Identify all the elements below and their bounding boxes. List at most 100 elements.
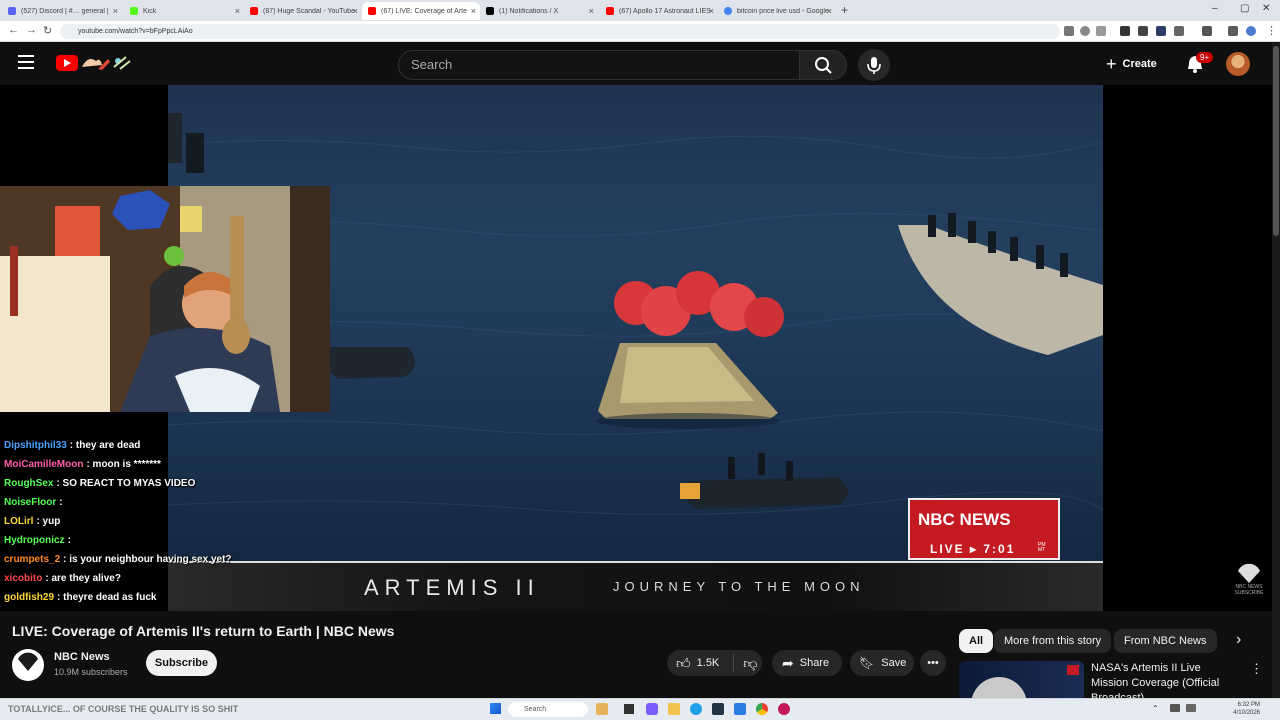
extensions-puzzle-icon[interactable] xyxy=(1174,26,1184,36)
browser-tab[interactable]: bitcoin price live usd - Google × xyxy=(718,2,836,20)
page-scrollbar[interactable] xyxy=(1272,42,1280,698)
close-icon[interactable]: × xyxy=(471,6,476,16)
profile-icon[interactable] xyxy=(1246,26,1256,36)
task-view-icon[interactable] xyxy=(624,704,634,714)
download-icon[interactable] xyxy=(1228,26,1238,36)
like-count[interactable]: 1.5K xyxy=(697,657,720,669)
browser-tab[interactable]: (527) Discord | #… general | × xyxy=(2,2,122,20)
zoom-icon[interactable] xyxy=(1080,26,1090,36)
chat-text: : theyre dead as fuck xyxy=(57,592,157,603)
browser-menu-icon[interactable]: ⋮ xyxy=(1266,24,1277,37)
search-placeholder: Search xyxy=(411,57,453,72)
widgets-icon[interactable] xyxy=(596,703,608,715)
youtube-logo[interactable] xyxy=(56,55,78,71)
close-icon[interactable]: × xyxy=(827,6,832,16)
chevron-right-icon[interactable]: › xyxy=(1236,631,1241,649)
chip-from-nbc-news[interactable]: From NBC News xyxy=(1114,629,1217,653)
scrollbar-thumb[interactable] xyxy=(1273,46,1279,236)
nbc-live-time: LIVE ▸ 7:01 xyxy=(930,542,1016,556)
wifi-icon[interactable] xyxy=(1170,704,1180,712)
more-actions-button[interactable]: ••• xyxy=(920,650,946,676)
menu-icon[interactable] xyxy=(18,55,34,69)
share-button[interactable]: ➦ Share xyxy=(772,650,842,676)
minimize-icon[interactable]: – xyxy=(1212,3,1218,14)
bookmark-star-icon[interactable] xyxy=(1096,26,1106,36)
subscribe-button[interactable]: Subscribe xyxy=(146,650,217,676)
taskbar-search[interactable]: Search xyxy=(508,702,588,717)
chat-username[interactable]: Hydroponicz xyxy=(4,535,65,546)
browser-tab-active[interactable]: (67) LIVE: Coverage of Arte × xyxy=(362,2,480,20)
create-button[interactable]: + Create xyxy=(1106,52,1157,76)
windows-start-icon[interactable] xyxy=(490,703,501,714)
save-button[interactable]: 🔖︎ Save xyxy=(850,650,914,676)
tab-label: (1) Notifications / X xyxy=(499,7,559,15)
chat-text: : yup xyxy=(36,516,61,527)
chip-more-from-story[interactable]: More from this story xyxy=(994,629,1112,653)
address-bar[interactable]: youtube.com/watch?v=bFpPpcLAiAo xyxy=(60,24,1060,39)
account-avatar[interactable] xyxy=(1226,52,1250,76)
streamer-webcam xyxy=(0,186,330,412)
cast-icon[interactable] xyxy=(1064,26,1074,36)
close-icon[interactable]: × xyxy=(235,6,240,16)
browser-tab[interactable]: (87) Huge Scandal - YouTube × xyxy=(244,2,362,20)
chat-username[interactable]: Dipshitphil33 xyxy=(4,440,67,451)
windows-taskbar: TOTALLYICE... OF COURSE THE QUALITY IS S… xyxy=(0,698,1280,720)
extension-icon[interactable] xyxy=(1120,26,1130,36)
voice-search-button[interactable] xyxy=(858,49,890,81)
close-window-icon[interactable]: ✕ xyxy=(1262,3,1270,14)
channel-name[interactable]: NBC News xyxy=(54,651,110,663)
close-icon[interactable]: × xyxy=(589,6,594,16)
forward-icon[interactable]: → xyxy=(26,24,37,36)
browser-tab[interactable]: (67) Apollo 17 Astronaut LIES × xyxy=(600,2,718,20)
sidebar-icon[interactable] xyxy=(1202,26,1212,36)
google-icon xyxy=(724,7,732,15)
file-explorer-icon[interactable] xyxy=(668,703,680,715)
reload-icon[interactable]: ↻ xyxy=(43,24,52,37)
mail-icon[interactable] xyxy=(734,703,746,715)
browser-tab[interactable]: Kick × xyxy=(124,2,244,20)
chat-message: NoiseFloor: xyxy=(4,497,63,508)
back-icon[interactable]: ← xyxy=(8,24,19,36)
recommended-thumbnail[interactable] xyxy=(959,661,1084,701)
search-button[interactable] xyxy=(799,50,847,80)
notifications-badge: 9+ xyxy=(1196,52,1214,63)
browser-tab[interactable]: (1) Notifications / X × xyxy=(480,2,598,20)
close-icon[interactable]: × xyxy=(353,6,358,16)
chat-username[interactable]: crumpets_2 xyxy=(4,554,60,565)
edge-icon[interactable] xyxy=(690,703,702,715)
chip-all[interactable]: All xyxy=(959,629,994,653)
copilot-icon[interactable] xyxy=(646,703,658,715)
channel-avatar[interactable] xyxy=(12,649,44,681)
thumbs-up-icon[interactable]: 👍︎ xyxy=(676,655,691,672)
volume-icon[interactable] xyxy=(1186,704,1196,712)
extension-icon[interactable] xyxy=(1156,26,1166,36)
store-icon[interactable] xyxy=(712,703,724,715)
tray-chevron-icon[interactable]: ⌃ xyxy=(1152,704,1159,713)
close-icon[interactable]: × xyxy=(113,6,118,16)
chat-text: : xyxy=(59,497,63,508)
app-icon[interactable] xyxy=(778,703,790,715)
chat-username[interactable]: RoughSex xyxy=(4,478,53,489)
close-icon[interactable]: × xyxy=(709,6,714,16)
youtube-icon xyxy=(250,7,258,15)
recommended-menu-icon[interactable]: ⋮ xyxy=(1250,661,1263,677)
chat-username[interactable]: NoiseFloor xyxy=(4,497,56,508)
taskbar-clock[interactable]: 6:32 PM 4/10/2026 xyxy=(1233,701,1260,717)
chat-text: : is your neighbour having sex yet? xyxy=(63,554,232,565)
chat-username[interactable]: MoiCamilleMoon xyxy=(4,459,83,470)
chat-username[interactable]: xicobito xyxy=(4,573,42,584)
url-text: youtube.com/watch?v=bFpPpcLAiAo xyxy=(78,28,193,35)
new-tab-button[interactable]: + xyxy=(841,3,848,17)
bookmark-icon: 🔖︎ xyxy=(859,656,875,670)
extension-icon[interactable] xyxy=(1138,26,1148,36)
banner-subtitle: JOURNEY TO THE MOON xyxy=(613,579,865,594)
chat-username[interactable]: goldfish29 xyxy=(4,592,54,603)
divider xyxy=(733,654,735,672)
tab-label: Kick xyxy=(143,7,157,15)
chrome-icon[interactable] xyxy=(756,703,768,715)
chat-text: : moon is ******* xyxy=(86,459,161,470)
maximize-icon[interactable]: ▢ xyxy=(1240,3,1249,14)
search-input[interactable]: Search xyxy=(398,50,800,80)
thumbs-down-icon[interactable]: 👎︎ xyxy=(743,655,757,672)
chat-username[interactable]: LOLirl xyxy=(4,516,33,527)
